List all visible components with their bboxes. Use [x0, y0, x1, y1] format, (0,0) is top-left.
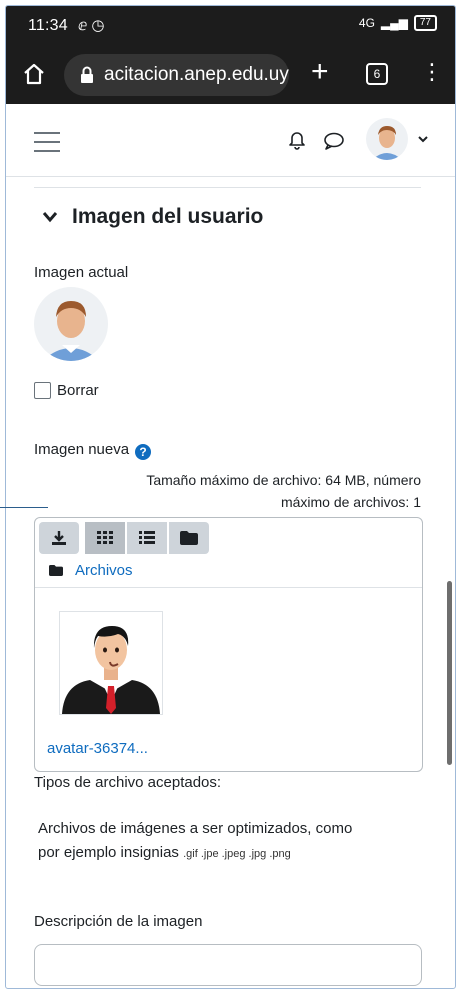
- menu-icon[interactable]: [34, 132, 60, 159]
- section-header[interactable]: Imagen del usuario: [42, 205, 263, 229]
- download-icon: [52, 531, 66, 545]
- new-tab-icon[interactable]: +: [311, 57, 329, 87]
- browser-menu-icon[interactable]: ⋮: [421, 61, 443, 83]
- site-navbar: [6, 104, 455, 177]
- scrollbar[interactable]: [447, 581, 452, 765]
- lock-icon: [81, 66, 93, 83]
- address-bar[interactable]: acitacion.anep.edu.uy: [64, 54, 289, 96]
- battery-icon: 77: [413, 15, 437, 31]
- file-name-link[interactable]: avatar-36374...: [47, 740, 148, 757]
- accepted-extensions: .gif .jpe .jpeg .jpg .png: [183, 848, 291, 860]
- current-avatar: [34, 287, 108, 361]
- grid-icon: [97, 531, 113, 544]
- accepted-types-description: Archivos de imágenes a ser optimizados, …: [38, 817, 428, 866]
- accepted-types-line-1: Archivos de imágenes a ser optimizados, …: [38, 820, 353, 837]
- status-bar: 11:34 ⅇ ◷ 4G ▂▄▆ 77: [6, 6, 455, 46]
- notification-icons: ⅇ ◷: [78, 17, 105, 34]
- file-thumbnail[interactable]: [59, 611, 163, 715]
- picker-divider: [35, 587, 422, 588]
- profile-form: Imagen del usuario Imagen actual Borrar …: [6, 177, 455, 988]
- file-picker: Archivos avatar-36374...: [34, 517, 423, 772]
- tree-view-button[interactable]: [169, 522, 209, 554]
- signal-icon: ▂▄▆: [380, 16, 408, 30]
- checkbox[interactable]: [34, 382, 51, 399]
- icon-view-button[interactable]: [85, 522, 125, 554]
- section-divider: [34, 187, 421, 188]
- status-time: 11:34: [28, 17, 68, 34]
- signal-label: 4G: [358, 16, 375, 30]
- folder-icon: [49, 565, 63, 576]
- limit-line-2: máximo de archivos: 1: [280, 494, 421, 510]
- url-bar-row: acitacion.anep.edu.uy + 6 ⋮: [6, 50, 455, 102]
- section-title: Imagen del usuario: [72, 205, 264, 228]
- download-button[interactable]: [39, 522, 79, 554]
- folder-breadcrumb[interactable]: Archivos: [49, 562, 133, 579]
- browser-chrome: 11:34 ⅇ ◷ 4G ▂▄▆ 77 acitacion.anep.edu.u…: [6, 6, 455, 104]
- new-image-label: Imagen nueva?: [34, 441, 152, 460]
- folder-name[interactable]: Archivos: [75, 562, 133, 579]
- image-description-input[interactable]: [34, 944, 422, 986]
- bell-icon[interactable]: [288, 130, 306, 150]
- list-view-button[interactable]: [127, 522, 167, 554]
- home-icon[interactable]: [22, 62, 46, 86]
- folder-icon: [180, 531, 198, 545]
- annotation-connector-line: [0, 507, 48, 508]
- status-right: 4G ▂▄▆ 77: [359, 15, 437, 31]
- help-icon[interactable]: ?: [135, 444, 152, 460]
- file-limit-info: Tamaño máximo de archivo: 64 MB, número …: [61, 469, 421, 513]
- list-icon: [139, 531, 155, 544]
- current-image-label: Imagen actual: [34, 264, 129, 281]
- image-description-label: Descripción de la imagen: [34, 913, 203, 930]
- phone-screen: 11:34 ⅇ ◷ 4G ▂▄▆ 77 acitacion.anep.edu.u…: [5, 5, 456, 989]
- accepted-types-line-2-text: por ejemplo insignias: [38, 844, 179, 861]
- accepted-types-line-2: por ejemplo insignias .gif .jpe .jpeg .j…: [38, 841, 428, 866]
- chevron-down-icon[interactable]: [418, 134, 428, 144]
- new-image-label-text: Imagen nueva: [34, 441, 130, 458]
- messages-icon[interactable]: [323, 132, 345, 150]
- chevron-down-icon[interactable]: [42, 211, 58, 223]
- file-picker-toolbar: [39, 522, 209, 554]
- delete-label: Borrar: [57, 382, 99, 399]
- url-text: acitacion.anep.edu.uy: [104, 64, 289, 85]
- delete-image-checkbox[interactable]: Borrar: [34, 382, 99, 399]
- limit-line-1: Tamaño máximo de archivo: 64 MB, número: [146, 472, 421, 488]
- accepted-types-label: Tipos de archivo aceptados:: [34, 774, 222, 791]
- tab-switcher-button[interactable]: 6: [366, 63, 388, 85]
- user-avatar[interactable]: [366, 118, 408, 160]
